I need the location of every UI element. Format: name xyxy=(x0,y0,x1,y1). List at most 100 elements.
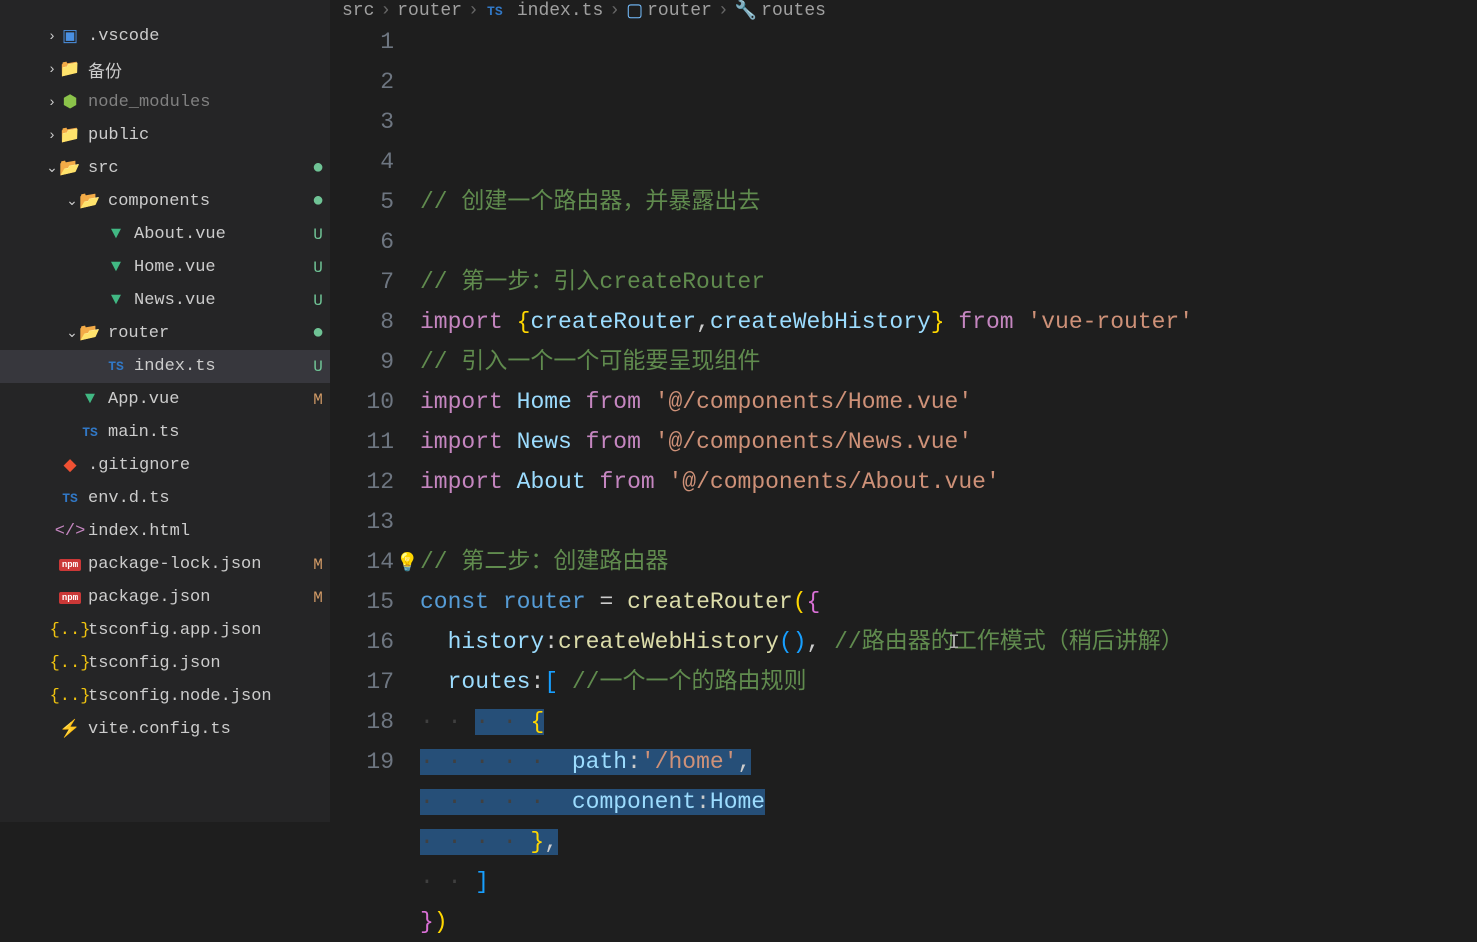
chevron-icon[interactable]: ⌄ xyxy=(64,194,80,210)
breadcrumb-sep: › xyxy=(609,1,620,21)
tree-item-index-html[interactable]: </>index.html xyxy=(0,515,330,548)
chevron-icon[interactable]: ⌄ xyxy=(64,326,80,342)
breadcrumb-item[interactable]: src xyxy=(342,1,374,21)
line-number[interactable]: 14 xyxy=(330,542,394,582)
tree-item-label: index.html xyxy=(88,522,306,541)
tree-item-vite-config-ts[interactable]: ⚡vite.config.ts xyxy=(0,713,330,746)
tree-item-index-ts[interactable]: TS index.tsU xyxy=(0,350,330,383)
tree-item-router[interactable]: ⌄📂router● xyxy=(0,317,330,350)
tree-item-label: Home.vue xyxy=(134,258,306,277)
file-tree: ›▣.vscode›📁备份›⬢node_modules›📁public⌄📂src… xyxy=(0,20,330,746)
line-number[interactable]: 16 xyxy=(330,622,394,662)
code-line[interactable]: routes:[ //一个一个的路由规则 xyxy=(420,662,1477,702)
vue-icon: ▼ xyxy=(106,291,126,311)
chevron-icon[interactable]: ⌄ xyxy=(44,161,60,177)
folder-icon: 📁 xyxy=(60,126,80,146)
line-number[interactable]: 12 xyxy=(330,462,394,502)
line-number[interactable]: 3 xyxy=(330,102,394,142)
code-line[interactable]: import Home from '@/components/Home.vue' xyxy=(420,382,1477,422)
line-number[interactable]: 18 xyxy=(330,702,394,742)
tree-item-label: node_modules xyxy=(88,93,306,112)
tree-item-tsconfig-app-json[interactable]: {..}tsconfig.app.json xyxy=(0,614,330,647)
code-line[interactable]: // 引入一个一个可能要呈现组件 xyxy=(420,342,1477,382)
tree-item-tsconfig-json[interactable]: {..}tsconfig.json xyxy=(0,647,330,680)
code-line[interactable]: import {createRouter,createWebHistory} f… xyxy=(420,302,1477,342)
git-status-badge: U xyxy=(306,358,330,376)
line-number[interactable]: 6 xyxy=(330,222,394,262)
line-number[interactable]: 10 xyxy=(330,382,394,422)
chevron-icon[interactable]: › xyxy=(44,128,60,144)
git-status-badge: M xyxy=(306,556,330,574)
tree-item--gitignore[interactable]: ◆.gitignore xyxy=(0,449,330,482)
code-content[interactable]: 💡 I // 创建一个路由器，并暴露出去// 第一步：引入createRoute… xyxy=(420,22,1477,942)
code-line[interactable]: // 第二步：创建路由器 xyxy=(420,542,1477,582)
breadcrumb-sep: › xyxy=(718,1,729,21)
tree-item-src[interactable]: ⌄📂src● xyxy=(0,152,330,185)
tree-item-package-json[interactable]: npmpackage.jsonM xyxy=(0,581,330,614)
nodemodules-icon: ⬢ xyxy=(60,93,80,113)
line-number[interactable]: 5 xyxy=(330,182,394,222)
tree-item-components[interactable]: ⌄📂components● xyxy=(0,185,330,218)
line-number[interactable]: 13 xyxy=(330,502,394,542)
tree-item--vscode[interactable]: ›▣.vscode xyxy=(0,20,330,53)
line-number[interactable]: 11 xyxy=(330,422,394,462)
tree-item-public[interactable]: ›📁public xyxy=(0,119,330,152)
tree-item-label: About.vue xyxy=(134,225,306,244)
tree-item-news-vue[interactable]: ▼ News.vueU xyxy=(0,284,330,317)
breadcrumb-item[interactable]: TS index.ts xyxy=(485,1,603,21)
breadcrumb-item[interactable]: 🔧 routes xyxy=(735,0,826,22)
tree-item-label: App.vue xyxy=(108,390,306,409)
vue-icon: ▼ xyxy=(80,390,100,410)
tree-item---[interactable]: ›📁备份 xyxy=(0,53,330,86)
code-line[interactable]: · · · · · component:Home xyxy=(420,782,1477,822)
code-line[interactable]: import About from '@/components/About.vu… xyxy=(420,462,1477,502)
tree-item-about-vue[interactable]: ▼About.vueU xyxy=(0,218,330,251)
tree-item-label: News.vue xyxy=(134,291,306,310)
code-line[interactable]: import News from '@/components/News.vue' xyxy=(420,422,1477,462)
code-line[interactable]: }) xyxy=(420,902,1477,942)
tree-item-label: src xyxy=(88,159,306,178)
code-line[interactable]: const router = createRouter({ xyxy=(420,582,1477,622)
tree-item-label: tsconfig.json xyxy=(88,654,306,673)
tree-item-label: 备份 xyxy=(88,57,306,83)
line-number[interactable]: 4 xyxy=(330,142,394,182)
tree-item-app-vue[interactable]: ▼App.vueM xyxy=(0,383,330,416)
breadcrumb-item[interactable]: ▢ router xyxy=(626,0,712,22)
tree-item-node-modules[interactable]: ›⬢ node_modules xyxy=(0,86,330,119)
tree-item-label: tsconfig.app.json xyxy=(88,621,306,640)
code-line[interactable] xyxy=(420,502,1477,542)
breadcrumb-item[interactable]: router xyxy=(397,1,462,21)
tree-item-label: vite.config.ts xyxy=(88,720,306,739)
code-editor[interactable]: 12345678910111213141516171819 💡 I // 创建一… xyxy=(330,22,1477,942)
tree-item-env-d-ts[interactable]: TSenv.d.ts xyxy=(0,482,330,515)
tree-item-main-ts[interactable]: TSmain.ts xyxy=(0,416,330,449)
code-line[interactable]: // 创建一个路由器，并暴露出去 xyxy=(420,182,1477,222)
tree-item-package-lock-json[interactable]: npmpackage-lock.jsonM xyxy=(0,548,330,581)
line-number[interactable]: 19 xyxy=(330,742,394,782)
chevron-icon[interactable]: › xyxy=(44,95,60,111)
line-number[interactable]: 15 xyxy=(330,582,394,622)
lightbulb-icon[interactable]: 💡 xyxy=(396,544,418,584)
line-number[interactable]: 8 xyxy=(330,302,394,342)
code-line[interactable]: // 第一步：引入createRouter xyxy=(420,262,1477,302)
tree-item-label: index.ts xyxy=(134,357,306,376)
tree-item-tsconfig-node-json[interactable]: {..}tsconfig.node.json xyxy=(0,680,330,713)
code-line[interactable]: · · · · · path:'/home', xyxy=(420,742,1477,782)
tree-item-home-vue[interactable]: ▼Home.vueU xyxy=(0,251,330,284)
git-status-badge: U xyxy=(306,292,330,310)
chevron-icon[interactable]: › xyxy=(44,29,60,45)
code-line[interactable]: · · · · { xyxy=(420,702,1477,742)
line-number[interactable]: 17 xyxy=(330,662,394,702)
code-line[interactable]: · · ] xyxy=(420,862,1477,902)
tree-item-label: main.ts xyxy=(108,423,306,442)
chevron-icon[interactable]: › xyxy=(44,62,60,78)
line-number[interactable]: 9 xyxy=(330,342,394,382)
code-line[interactable]: · · · · }, xyxy=(420,822,1477,862)
code-line[interactable] xyxy=(420,222,1477,262)
line-number[interactable]: 2 xyxy=(330,62,394,102)
line-number[interactable]: 7 xyxy=(330,262,394,302)
breadcrumbs[interactable]: src › router › TS index.ts › ▢ router › … xyxy=(330,0,1477,22)
line-number[interactable]: 1 xyxy=(330,22,394,62)
json-icon: {..} xyxy=(60,687,80,707)
ts-icon: TS xyxy=(106,357,126,377)
